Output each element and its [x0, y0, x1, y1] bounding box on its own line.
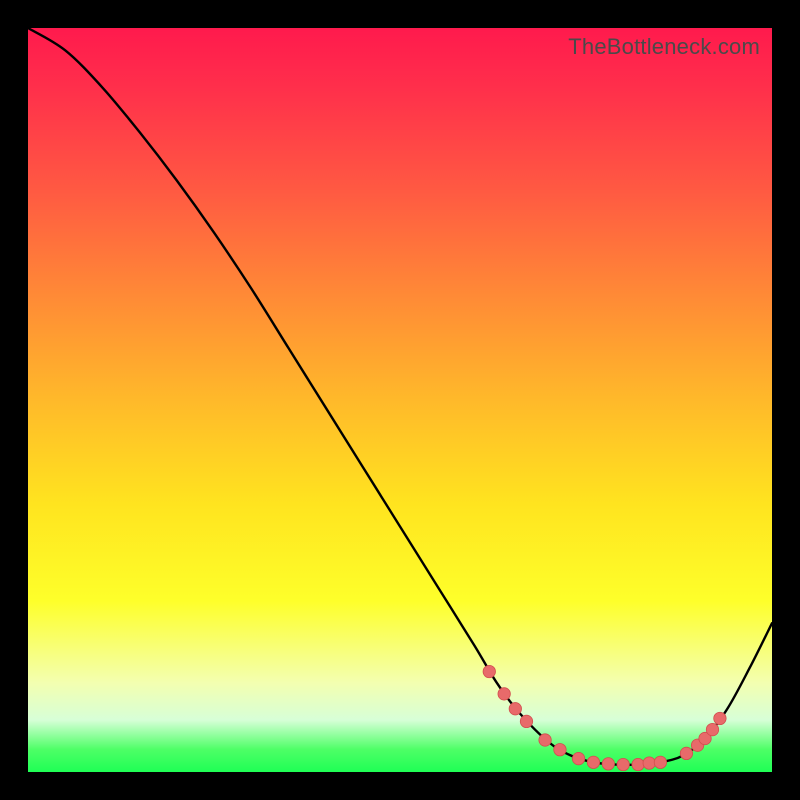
curve-marker: [602, 758, 614, 770]
curve-marker: [539, 734, 551, 746]
plot-area: TheBottleneck.com: [28, 28, 772, 772]
curve-markers: [483, 665, 726, 770]
curve-marker: [554, 743, 566, 755]
curve-marker: [617, 758, 629, 770]
curve-marker: [498, 688, 510, 700]
curve-marker: [587, 756, 599, 768]
curve-marker: [483, 665, 495, 677]
curve-marker: [680, 747, 692, 759]
curve-marker: [706, 723, 718, 735]
curve-marker: [643, 757, 655, 769]
curve-marker: [572, 752, 584, 764]
curve-marker: [714, 712, 726, 724]
curve-marker: [632, 758, 644, 770]
curve-marker: [654, 756, 666, 768]
chart-frame: TheBottleneck.com: [0, 0, 800, 800]
curve-marker: [520, 715, 532, 727]
curve-marker: [509, 703, 521, 715]
bottleneck-curve: [28, 28, 772, 765]
curve-layer: [28, 28, 772, 772]
